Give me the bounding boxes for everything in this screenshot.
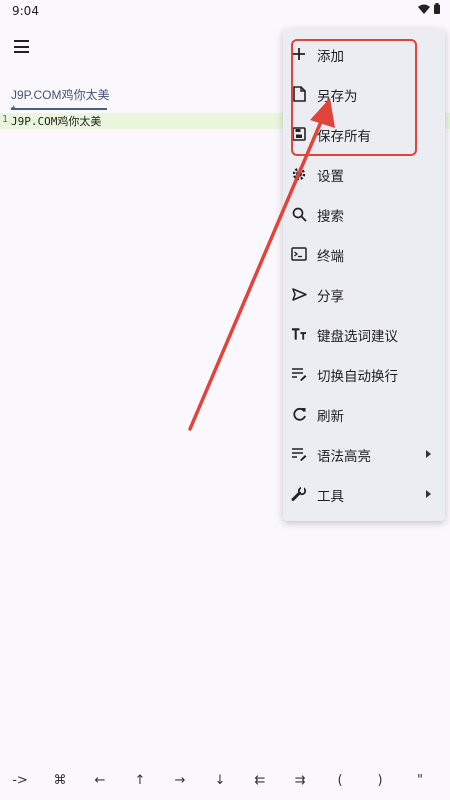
wrap-text-icon [291, 366, 307, 382]
hamburger-menu-icon[interactable] [14, 40, 34, 56]
wifi-icon [418, 4, 430, 14]
key-arrow-right[interactable]: → [160, 764, 200, 796]
menu-item-toggle-word-wrap[interactable]: 切换自动换行 [283, 354, 445, 394]
menu-item-add[interactable]: 添加 [283, 34, 445, 74]
menu-label: 添加 [317, 49, 344, 65]
menu-label: 切换自动换行 [317, 369, 398, 385]
menu-label: 刷新 [317, 409, 344, 425]
menu-item-save-as[interactable]: 另存为 [283, 74, 445, 114]
file-icon [291, 86, 307, 102]
key-arrow-up[interactable]: ↑ [120, 764, 160, 796]
battery-icon [434, 3, 440, 14]
menu-label: 搜索 [317, 209, 344, 225]
status-bar: 9:04 [0, 0, 450, 22]
line-text[interactable]: J9P.COM鸡你太美 [11, 113, 101, 129]
menu-label: 语法高亮 [317, 449, 371, 465]
search-icon [291, 206, 307, 222]
gear-icon [291, 166, 307, 182]
menu-label: 工具 [317, 489, 344, 505]
terminal-icon [291, 246, 307, 262]
overflow-menu: 添加 另存为 保存所有 设置 搜索 终端 分享 键盘选词建议 切换自动换行 刷新… [283, 29, 445, 521]
share-icon [291, 286, 307, 302]
submenu-arrow-icon [426, 450, 431, 458]
menu-item-search[interactable]: 搜索 [283, 194, 445, 234]
key-open-paren[interactable]: ( [320, 764, 360, 796]
key-command[interactable]: ⌘ [40, 764, 80, 796]
key-close-paren[interactable]: ) [360, 764, 400, 796]
menu-label: 另存为 [317, 89, 358, 105]
menu-label: 键盘选词建议 [317, 329, 398, 345]
wrench-icon [291, 486, 307, 502]
text-size-icon [291, 326, 307, 342]
line-number: 1 [2, 114, 9, 125]
menu-item-terminal[interactable]: 终端 [283, 234, 445, 274]
menu-item-settings[interactable]: 设置 [283, 154, 445, 194]
save-icon [291, 126, 307, 142]
tab-indicator [11, 108, 107, 110]
menu-item-tools[interactable]: 工具 [283, 474, 445, 514]
menu-label: 保存所有 [317, 129, 371, 145]
menu-item-keyboard-suggestions[interactable]: 键盘选词建议 [283, 314, 445, 354]
extra-keys-bar: -> ⌘ ← ↑ → ↓ ⇇ ⇉ ( ) " [0, 764, 450, 796]
key-home[interactable]: ⇇ [240, 764, 280, 796]
status-icons [418, 3, 440, 14]
submenu-arrow-icon [426, 490, 431, 498]
menu-label: 设置 [317, 169, 344, 185]
menu-item-save-all[interactable]: 保存所有 [283, 114, 445, 154]
key-tab[interactable]: -> [0, 764, 40, 796]
key-arrow-left[interactable]: ← [80, 764, 120, 796]
tab-file[interactable]: J9P.COM鸡你太美* [0, 80, 110, 117]
menu-item-share[interactable]: 分享 [283, 274, 445, 314]
menu-item-refresh[interactable]: 刷新 [283, 394, 445, 434]
plus-icon [291, 46, 307, 62]
key-quote[interactable]: " [400, 764, 440, 796]
refresh-icon [291, 406, 307, 422]
status-time: 9:04 [12, 4, 39, 18]
key-end[interactable]: ⇉ [280, 764, 320, 796]
syntax-highlight-icon [291, 446, 307, 462]
menu-label: 分享 [317, 289, 344, 305]
menu-item-syntax-highlight[interactable]: 语法高亮 [283, 434, 445, 474]
key-arrow-down[interactable]: ↓ [200, 764, 240, 796]
menu-label: 终端 [317, 249, 344, 265]
